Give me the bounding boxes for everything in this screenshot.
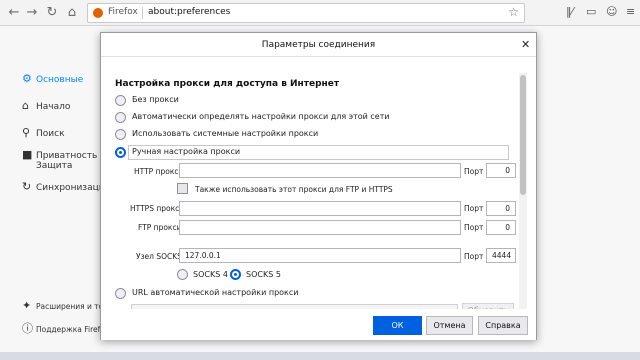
system-proxy-radio[interactable] bbox=[115, 129, 126, 140]
https-port-label: Порт bbox=[464, 204, 484, 213]
taskbar bbox=[0, 352, 640, 360]
sidebar-icon[interactable]: ▭ bbox=[586, 5, 596, 18]
auto-config-url-radio[interactable] bbox=[115, 288, 126, 299]
proxy-heading: Настройка прокси для доступа в Интернет bbox=[115, 79, 340, 89]
puzzle-icon: ✦ bbox=[22, 299, 32, 312]
auto-config-url-label: URL автоматической настройки прокси bbox=[132, 288, 299, 297]
dialog-scrollbar[interactable] bbox=[519, 73, 527, 309]
no-proxy-radio[interactable] bbox=[115, 95, 126, 106]
socks-host-label: Узел SOCKS bbox=[136, 252, 182, 261]
system-proxy-label: Использовать системные настройки прокси bbox=[132, 129, 319, 138]
help-button[interactable]: Справка bbox=[478, 316, 528, 335]
socks-port-input[interactable]: 4444 bbox=[486, 248, 516, 263]
http-proxy-input[interactable] bbox=[179, 163, 461, 178]
socks4-radio[interactable] bbox=[177, 269, 188, 280]
lock-icon: ■ bbox=[22, 148, 33, 161]
also-use-proxy-label: Также использовать этот прокси для FTP и… bbox=[195, 185, 393, 194]
url-text[interactable]: about:preferences bbox=[148, 7, 230, 17]
sidebar-item-sync[interactable]: ↻ Синхронизация bbox=[22, 180, 110, 193]
search-icon: ⚲ bbox=[22, 126, 31, 139]
sidebar-item-general[interactable]: ⚙ Основные bbox=[22, 72, 83, 85]
help-icon: ⓘ bbox=[22, 322, 33, 335]
socks5-label: SOCKS 5 bbox=[246, 270, 281, 279]
manual-proxy-radio[interactable] bbox=[115, 147, 126, 158]
library-icon[interactable]: ‖⁄ bbox=[566, 5, 573, 18]
ftp-proxy-input[interactable] bbox=[179, 220, 461, 235]
manual-proxy-label: Ручная настройка прокси bbox=[132, 147, 241, 156]
dialog-title: Параметры соединения bbox=[101, 33, 536, 57]
close-icon[interactable]: ✕ bbox=[521, 38, 530, 51]
scroll-thumb[interactable] bbox=[520, 75, 526, 195]
bookmark-star-icon[interactable]: ☆ bbox=[508, 5, 519, 19]
http-port-input[interactable]: 0 bbox=[486, 163, 516, 178]
sidebar-item-search[interactable]: ⚲ Поиск bbox=[22, 126, 65, 139]
cancel-button[interactable]: Отмена bbox=[426, 316, 473, 335]
auto-detect-label: Автоматически определять настройки прокс… bbox=[132, 112, 390, 121]
browser-toolbar: ← → ↻ ⌂ Firefox about:preferences ☆ ‖⁄ ▭… bbox=[0, 0, 640, 26]
account-icon[interactable]: ☺ bbox=[606, 5, 617, 18]
https-proxy-label: HTTPS прокси bbox=[130, 204, 185, 213]
ftp-proxy-label: FTP прокси bbox=[138, 223, 182, 232]
socks-host-input[interactable]: 127.0.0.1 bbox=[179, 248, 461, 263]
ftp-port-label: Порт bbox=[464, 223, 484, 232]
menu-icon[interactable]: ≡ bbox=[626, 5, 635, 18]
https-port-input[interactable]: 0 bbox=[486, 201, 516, 216]
sidebar-item-home[interactable]: ⌂ Начало bbox=[22, 99, 70, 112]
identity-label: Firefox bbox=[108, 7, 138, 17]
home-icon: ⌂ bbox=[22, 99, 29, 112]
firefox-icon bbox=[93, 8, 103, 18]
https-proxy-input[interactable] bbox=[179, 201, 461, 216]
http-proxy-label: HTTP прокси bbox=[134, 167, 184, 176]
sync-icon: ↻ bbox=[22, 180, 32, 193]
socks-port-label: Порт bbox=[464, 252, 484, 261]
address-bar[interactable]: Firefox about:preferences ☆ bbox=[87, 3, 525, 23]
home-icon[interactable]: ⌂ bbox=[64, 5, 80, 21]
connection-settings-dialog: Параметры соединения ✕ Настройка прокси … bbox=[100, 32, 537, 340]
socks5-radio[interactable] bbox=[230, 269, 241, 280]
forward-arrow-icon[interactable]: → bbox=[24, 5, 40, 21]
back-arrow-icon[interactable]: ← bbox=[6, 5, 22, 21]
gear-icon: ⚙ bbox=[22, 72, 32, 85]
reload-icon[interactable]: ↻ bbox=[44, 5, 60, 21]
sidebar-item-privacy[interactable]: ■ Приватность и Защита bbox=[22, 148, 112, 171]
auto-detect-radio[interactable] bbox=[115, 112, 126, 123]
socks4-label: SOCKS 4 bbox=[193, 270, 228, 279]
also-use-proxy-checkbox[interactable] bbox=[177, 183, 188, 194]
http-port-label: Порт bbox=[464, 167, 484, 176]
ok-button[interactable]: ОК bbox=[373, 316, 422, 335]
sidebar-item-extensions[interactable]: ✦ Расширения и те bbox=[22, 299, 103, 312]
ftp-port-input[interactable]: 0 bbox=[486, 220, 516, 235]
sidebar-item-support[interactable]: ⓘ Поддержка Firefo bbox=[22, 320, 105, 336]
no-proxy-label: Без прокси bbox=[132, 95, 179, 104]
